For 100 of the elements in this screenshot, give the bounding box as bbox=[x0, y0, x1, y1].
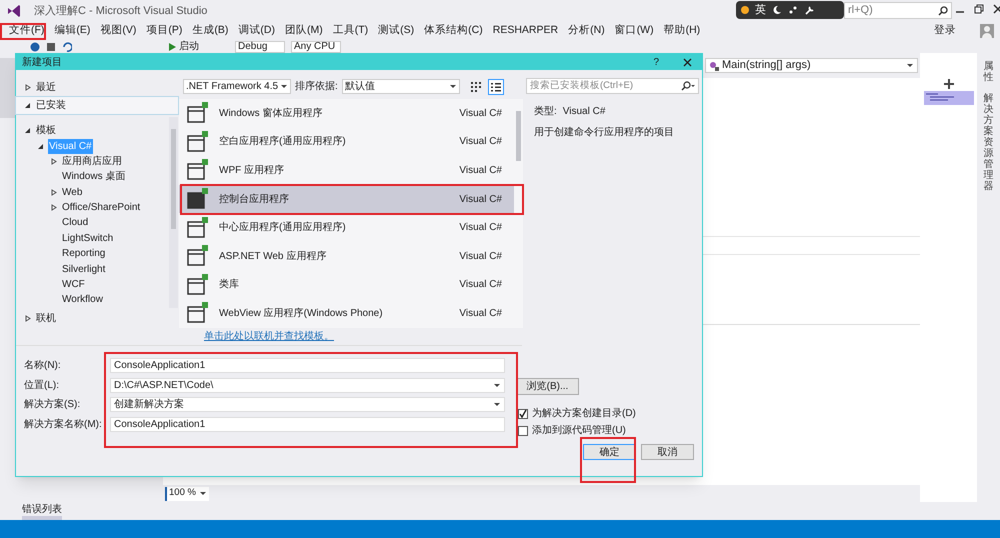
input-field[interactable]: ConsoleApplication1 bbox=[110, 416, 505, 432]
selected-category[interactable]: 已安装 bbox=[15, 96, 179, 115]
input-field[interactable]: ConsoleApplication1 bbox=[110, 358, 505, 373]
add-icon[interactable] bbox=[944, 79, 954, 89]
field-label: 名称(N): bbox=[24, 359, 62, 373]
template-language: Visual C# bbox=[459, 306, 502, 321]
field-label: 位置(L): bbox=[24, 378, 60, 392]
online-templates-link[interactable]: 单击此处以联机并查找模板。 bbox=[204, 329, 334, 344]
framework-dropdown[interactable]: .NET Framework 4.5 bbox=[183, 79, 291, 94]
tree-item[interactable]: Windows 桌面 bbox=[61, 169, 126, 184]
dialog-title: 新建项目 bbox=[22, 56, 63, 70]
template-row[interactable]: WPF 应用程序 Visual C# bbox=[179, 156, 514, 185]
tree-item[interactable]: 最近 bbox=[36, 80, 56, 95]
sort-dropdown[interactable]: 默认值 bbox=[342, 79, 460, 94]
list-view-button[interactable] bbox=[488, 78, 504, 95]
checkbox-label: 为解决方案创建目录(D) bbox=[532, 406, 636, 421]
menu-item[interactable]: 文件(F) bbox=[4, 23, 50, 39]
caret-icon bbox=[199, 491, 207, 496]
template-row[interactable]: 空白应用程序(通用应用程序) Visual C# bbox=[179, 128, 514, 156]
undo-icon[interactable] bbox=[62, 42, 72, 52]
tree-item[interactable]: LightSwitch bbox=[61, 230, 114, 246]
search-field[interactable]: 搜索已安装模板(Ctrl+E) bbox=[526, 78, 699, 94]
collapse-arrow-icon[interactable] bbox=[24, 102, 31, 110]
ok-button[interactable]: 确定 bbox=[583, 444, 636, 460]
expand-arrow-icon[interactable] bbox=[24, 315, 31, 322]
tree-item[interactable]: Office/SharePoint bbox=[61, 200, 142, 216]
template-row[interactable]: WebView 应用程序(Windows Phone) Visual C# bbox=[179, 299, 514, 328]
configuration-dropdown[interactable]: Debug bbox=[235, 40, 285, 52]
window-title: 深入理解C - Microsoft Visual Studio bbox=[34, 4, 208, 19]
template-name: Windows 窗体应用程序 bbox=[219, 106, 324, 121]
menu-item[interactable]: RESHARPER bbox=[488, 23, 564, 39]
menu-item[interactable]: 调试(D) bbox=[233, 23, 280, 39]
dropdown-field[interactable]: D:\C#\ASP.NET\Code\ bbox=[110, 378, 505, 392]
cancel-button[interactable]: 取消 bbox=[641, 444, 694, 460]
zoom-dropdown[interactable]: 100 % bbox=[165, 486, 209, 500]
tree-item[interactable]: Reporting bbox=[61, 246, 106, 262]
template-row[interactable]: 控制台应用程序 Visual C# bbox=[179, 184, 514, 214]
restore-icon[interactable] bbox=[974, 4, 984, 14]
close-icon[interactable] bbox=[683, 58, 692, 66]
dots-icon[interactable] bbox=[788, 5, 798, 15]
code-minimap-drawing bbox=[924, 91, 974, 105]
menu-item[interactable]: 团队(M) bbox=[280, 23, 328, 39]
menu-item[interactable]: 帮助(H) bbox=[658, 23, 706, 39]
menu-item[interactable]: 测试(S) bbox=[373, 23, 420, 39]
template-language: Visual C# bbox=[459, 106, 502, 121]
collapse-arrow-icon[interactable] bbox=[37, 142, 44, 150]
save-icon[interactable] bbox=[46, 42, 56, 52]
search-icon[interactable] bbox=[681, 81, 695, 91]
visual-studio-logo-icon bbox=[6, 3, 22, 19]
template-name: 空白应用程序(通用应用程序) bbox=[219, 134, 347, 150]
menu-item[interactable]: 项目(P) bbox=[141, 23, 188, 39]
template-row[interactable]: Windows 窗体应用程序 Visual C# bbox=[179, 98, 514, 128]
scrollbar[interactable] bbox=[169, 116, 178, 308]
tree-item[interactable]: Web bbox=[61, 184, 84, 200]
template-name: 控制台应用程序 bbox=[219, 192, 290, 206]
menu-item[interactable]: 工具(T) bbox=[328, 23, 374, 39]
caret-icon bbox=[493, 382, 501, 388]
tree-item[interactable]: Silverlight bbox=[61, 262, 106, 277]
expand-arrow-icon[interactable] bbox=[50, 188, 57, 196]
menu-item[interactable]: 生成(B) bbox=[187, 23, 234, 39]
quick-launch-field[interactable]: rl+Q) bbox=[844, 2, 952, 19]
wrench-icon[interactable] bbox=[804, 4, 815, 16]
expand-arrow-icon[interactable] bbox=[50, 204, 57, 212]
expand-arrow-icon[interactable] bbox=[50, 158, 57, 165]
checkbox[interactable] bbox=[518, 408, 528, 418]
help-button[interactable]: ? bbox=[653, 54, 659, 70]
sign-in-link[interactable]: 登录 bbox=[934, 23, 956, 39]
tree-item[interactable]: WCF bbox=[61, 277, 86, 292]
ime-language-label[interactable]: 英 bbox=[755, 2, 766, 18]
template-row[interactable]: ASP.NET Web 应用程序 Visual C# bbox=[179, 242, 514, 270]
side-panel-tab[interactable]: 属性 bbox=[984, 61, 994, 83]
platform-dropdown[interactable]: Any CPU bbox=[291, 40, 341, 52]
menu-item[interactable]: 体系结构(C) bbox=[419, 23, 488, 39]
search-icon[interactable] bbox=[938, 6, 948, 16]
tree-item[interactable]: Workflow bbox=[61, 292, 104, 308]
menu-item[interactable]: 视图(V) bbox=[95, 23, 142, 39]
member-dropdown[interactable]: Main(string[] args) bbox=[705, 58, 918, 73]
collapse-arrow-icon[interactable] bbox=[24, 127, 31, 134]
expand-arrow-icon[interactable] bbox=[24, 84, 31, 91]
menu-item[interactable]: 窗口(W) bbox=[610, 23, 659, 39]
dropdown-field[interactable]: 创建新解决方案 bbox=[110, 397, 505, 412]
tree-item[interactable]: Cloud bbox=[61, 215, 90, 230]
template-row[interactable]: 中心应用程序(通用应用程序) Visual C# bbox=[179, 213, 514, 242]
start-button[interactable]: 启动 bbox=[168, 40, 199, 53]
close-icon[interactable] bbox=[993, 4, 1000, 14]
checkbox[interactable] bbox=[518, 426, 528, 436]
tree-item[interactable]: 模板 bbox=[35, 123, 57, 138]
template-description: 用于创建命令行应用程序的项目 bbox=[533, 126, 675, 140]
browse-button[interactable]: 浏览(B)... bbox=[516, 378, 579, 395]
side-panel-tab[interactable]: 解决方案资源管理器 bbox=[984, 93, 994, 192]
back-icon[interactable] bbox=[30, 42, 40, 52]
moon-icon[interactable] bbox=[772, 5, 782, 15]
template-row[interactable]: 类库 Visual C# bbox=[179, 270, 514, 300]
menu-item[interactable]: 分析(N) bbox=[563, 23, 610, 39]
tree-item[interactable]: 联机 bbox=[36, 311, 56, 326]
menu-item[interactable]: 编辑(E) bbox=[49, 23, 96, 39]
app-window-icon bbox=[187, 216, 209, 239]
template-name: 中心应用程序(通用应用程序) bbox=[219, 220, 347, 236]
ime-toolbar[interactable]: 英 bbox=[736, 1, 844, 19]
tree-item[interactable]: 应用商店应用 bbox=[61, 154, 123, 169]
